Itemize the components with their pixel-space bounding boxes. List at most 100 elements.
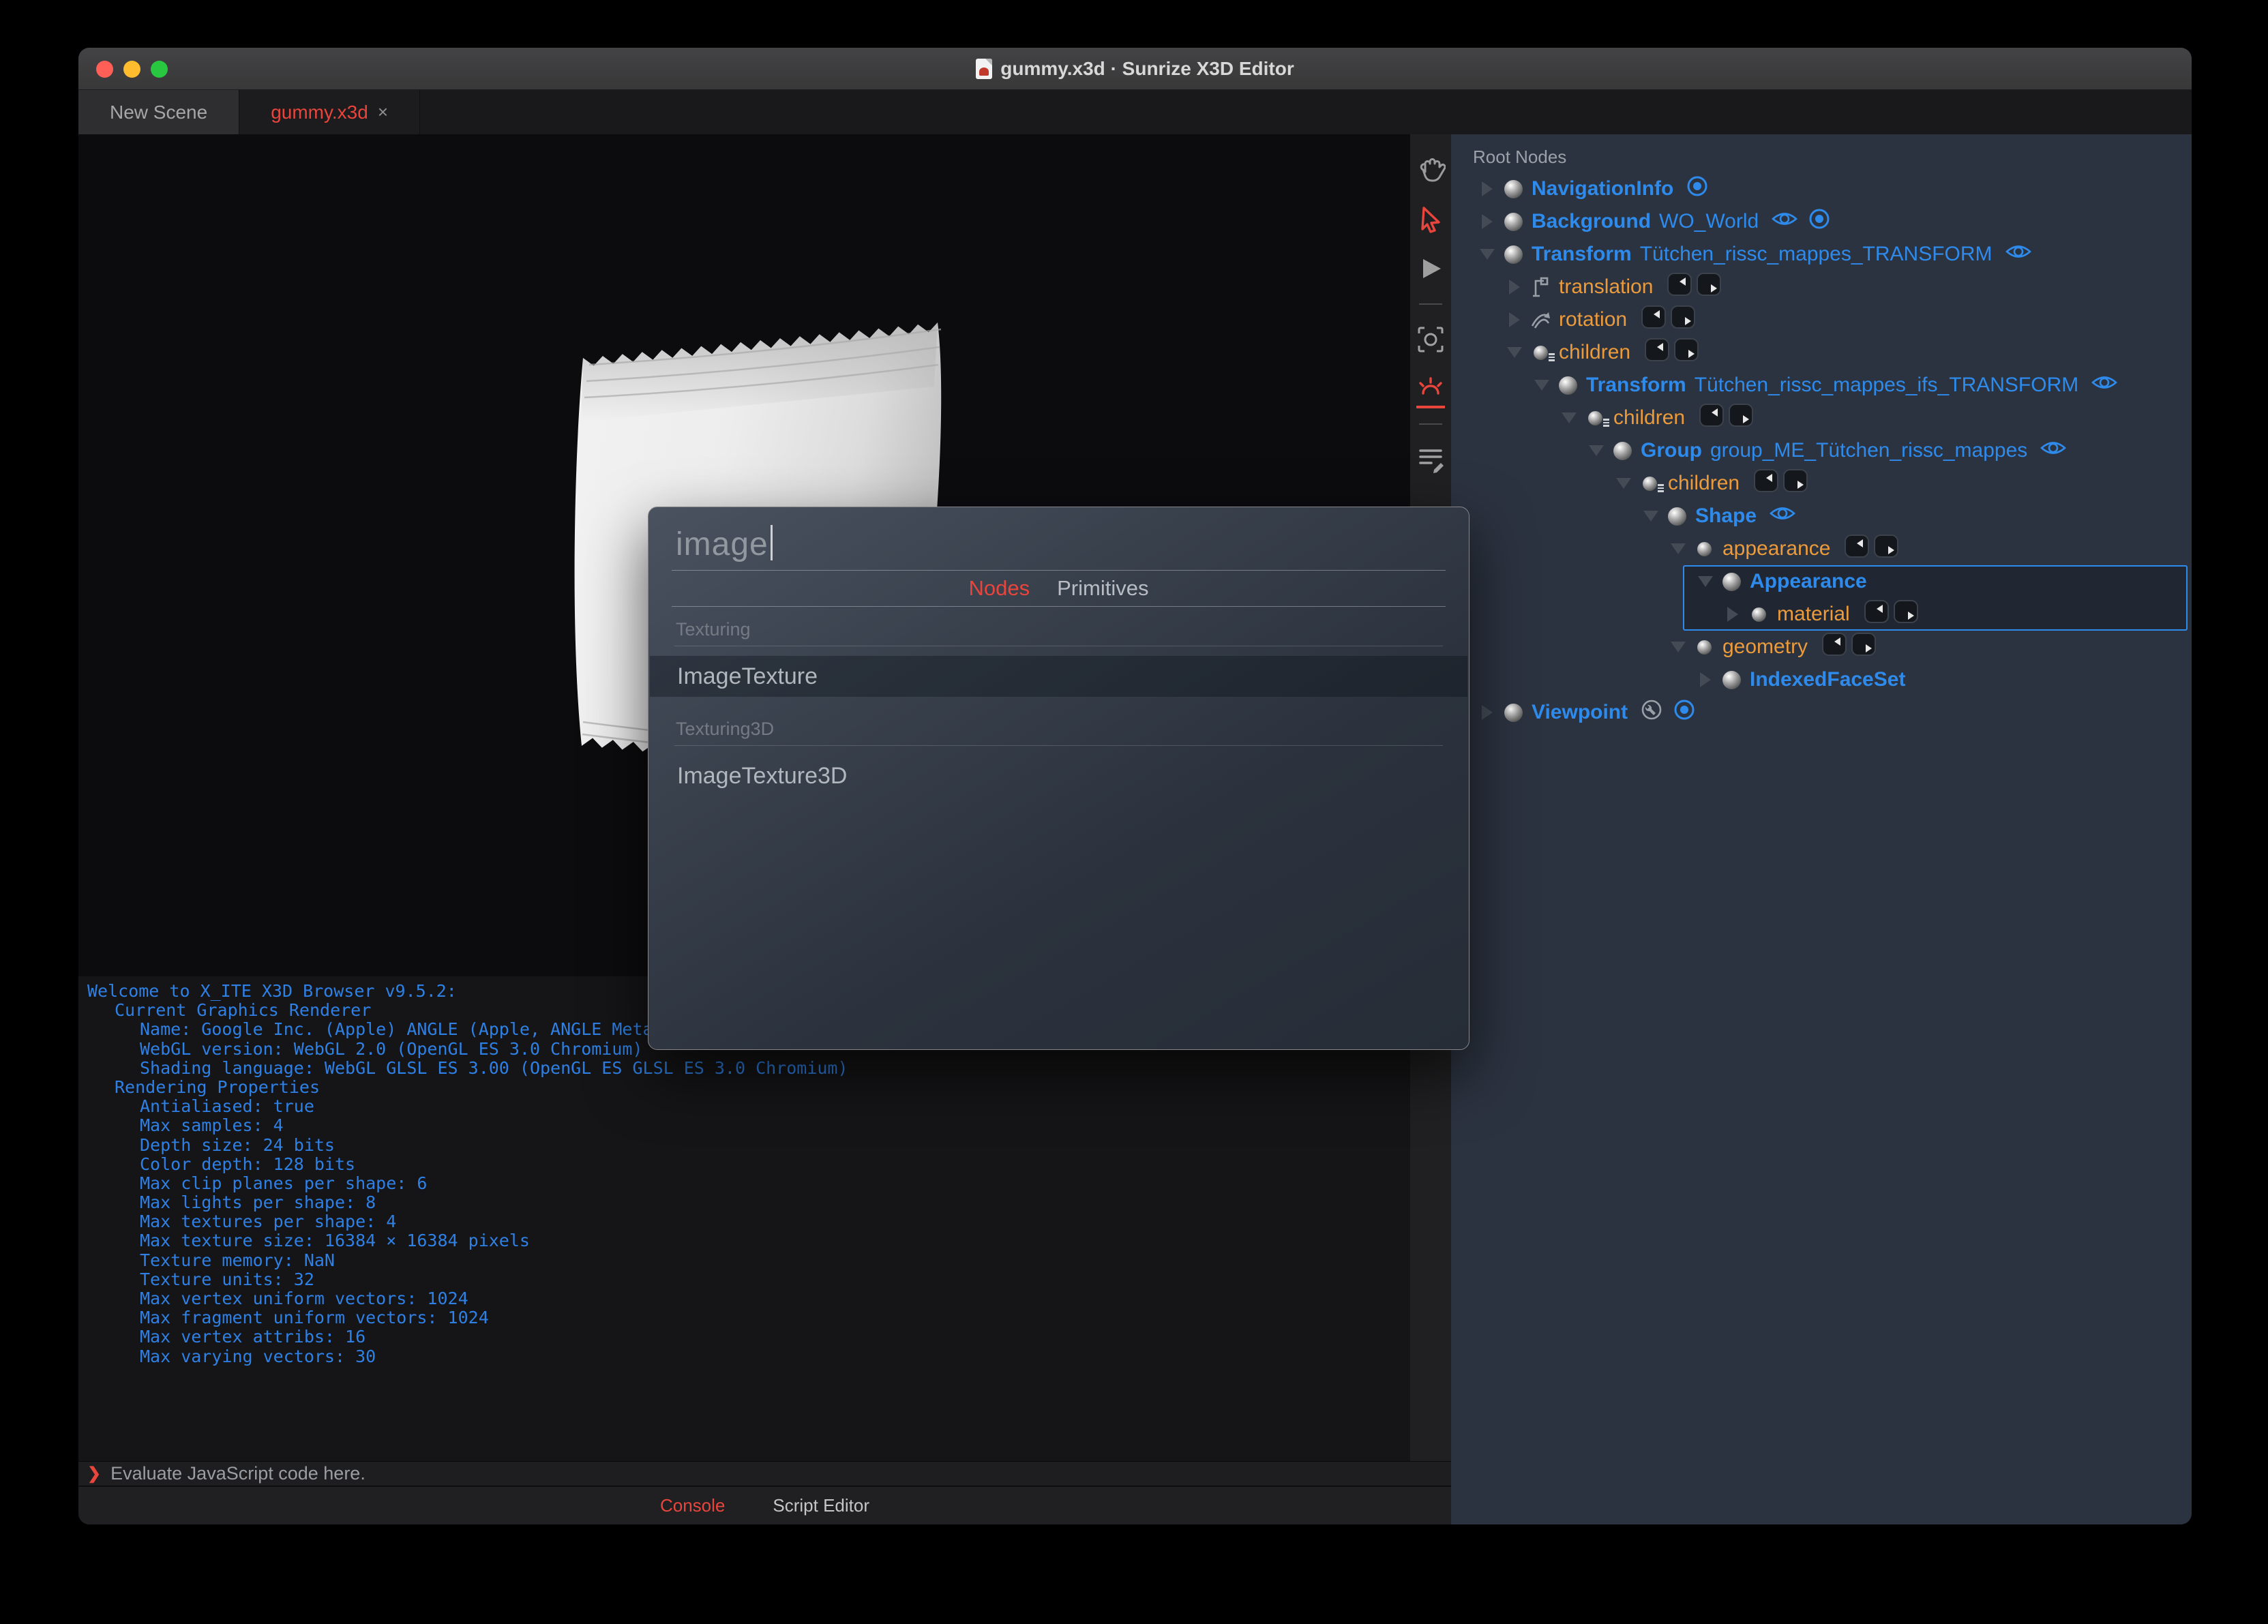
tree-field-appearance[interactable]: appearance [1451, 532, 1899, 565]
close-window-button[interactable] [96, 61, 113, 78]
tree-node-navigationinfo[interactable]: NavigationInfo [1451, 172, 1709, 205]
route-output-icon[interactable] [1782, 468, 1808, 498]
route-input-icon[interactable] [1864, 599, 1890, 629]
tree-field-rotation[interactable]: rotation [1451, 303, 1696, 336]
tree-node-appearance[interactable]: Appearance [1451, 565, 1867, 598]
editor-tab-gummy-x3d[interactable]: gummy.x3d× [239, 90, 420, 134]
expand-icon[interactable] [1478, 705, 1496, 720]
expand-icon[interactable] [1478, 181, 1496, 196]
title-bar[interactable]: gummy.x3d · Sunrize X3D Editor [78, 48, 2192, 90]
tree-node-transform[interactable]: TransformTütchen_rissc_mappes_TRANSFORM [1451, 238, 2032, 271]
route-input-icon[interactable] [1844, 534, 1870, 564]
dialog-result-imagetexture3d[interactable]: ImageTexture3D [650, 755, 1467, 796]
route-input-icon[interactable] [1667, 272, 1692, 302]
tree-field-translation[interactable]: translation [1451, 271, 1722, 303]
console-input[interactable]: Evaluate JavaScript code here. [110, 1463, 365, 1484]
tree-field-children[interactable]: children [1451, 402, 1754, 434]
expand-icon[interactable] [1478, 214, 1496, 229]
tool-snapshot-icon[interactable] [1415, 324, 1446, 355]
bind-icon[interactable] [1686, 175, 1709, 203]
expand-icon[interactable] [1506, 312, 1523, 327]
console-line: Max varying vectors: 30 [78, 1347, 1410, 1366]
route-output-icon[interactable] [1851, 632, 1877, 662]
collapse-icon[interactable] [1478, 249, 1496, 260]
tab-close-icon[interactable]: × [378, 102, 388, 123]
dialog-result-imagetexture[interactable]: ImageTexture [650, 656, 1467, 697]
eye-icon[interactable] [2040, 438, 2067, 464]
collapse-icon[interactable] [1506, 347, 1523, 358]
wrench-icon[interactable] [1640, 698, 1663, 727]
node-ball-icon [1582, 411, 1608, 425]
minimize-window-button[interactable] [123, 61, 140, 78]
tree-node-transform[interactable]: TransformTütchen_rissc_mappes_ifs_TRANSF… [1451, 369, 2118, 402]
tree-field-geometry[interactable]: geometry [1451, 631, 1877, 663]
node-type-label: IndexedFaceSet [1750, 668, 1905, 691]
tree-node-group[interactable]: Groupgroup_ME_Tütchen_rissc_mappes [1451, 434, 2067, 467]
node-ball-icon [1691, 640, 1717, 655]
node-ball-icon [1555, 376, 1581, 395]
route-output-icon[interactable] [1728, 403, 1754, 433]
node-ball-icon [1637, 477, 1662, 491]
tree-node-shape[interactable]: Shape [1451, 500, 1796, 532]
dialog-tab-nodes[interactable]: Nodes [969, 576, 1030, 601]
collapse-icon[interactable] [1560, 412, 1578, 423]
tool-light-icon[interactable] [1415, 373, 1446, 404]
console-line: Max vertex uniform vectors: 1024 [78, 1289, 1410, 1308]
tree-node-background[interactable]: BackgroundWO_World [1451, 205, 1831, 238]
zoom-window-button[interactable] [151, 61, 168, 78]
tool-pointer-icon[interactable] [1415, 204, 1446, 235]
route-output-icon[interactable] [1696, 272, 1722, 302]
node-ball-icon [1500, 180, 1526, 198]
eye-icon[interactable] [2005, 241, 2032, 267]
route-input-icon[interactable] [1821, 632, 1847, 662]
route-output-icon[interactable] [1893, 599, 1919, 629]
collapse-icon[interactable] [1669, 642, 1687, 652]
route-output-icon[interactable] [1673, 337, 1699, 367]
tree-field-material[interactable]: material [1451, 598, 1919, 631]
panel-tab-console[interactable]: Console [660, 1495, 725, 1516]
tree-field-children[interactable]: children [1451, 467, 1808, 500]
route-output-icon[interactable] [1670, 305, 1696, 335]
route-input-icon[interactable] [1753, 468, 1779, 498]
eye-icon[interactable] [1771, 209, 1798, 235]
route-output-icon[interactable] [1873, 534, 1899, 564]
tree-node-indexedfaceset[interactable]: IndexedFaceSet [1451, 663, 1905, 696]
expand-icon[interactable] [1724, 607, 1742, 622]
traffic-lights [96, 61, 168, 78]
console-prompt[interactable]: ❯ Evaluate JavaScript code here. [78, 1461, 1451, 1486]
route-input-icon[interactable] [1699, 403, 1725, 433]
node-ball-icon [1500, 704, 1526, 722]
tree-field-children[interactable]: children [1451, 336, 1699, 369]
field-label: rotation [1559, 308, 1627, 331]
collapse-icon[interactable] [1697, 576, 1714, 587]
collapse-icon[interactable] [1587, 445, 1605, 456]
search-input[interactable]: image [676, 526, 769, 562]
eye-icon[interactable] [1769, 503, 1796, 529]
tool-play-icon[interactable] [1415, 253, 1446, 284]
console-line: Antialiased: true [78, 1097, 1410, 1116]
collapse-icon[interactable] [1669, 543, 1687, 554]
collapse-icon[interactable] [1615, 478, 1632, 489]
tool-hand-icon[interactable] [1415, 155, 1446, 186]
expand-icon[interactable] [1506, 280, 1523, 295]
bind-icon[interactable] [1808, 207, 1831, 236]
field-label: geometry [1722, 635, 1808, 659]
expand-icon[interactable] [1697, 672, 1714, 687]
tool-script-icon[interactable] [1415, 444, 1446, 475]
dialog-section-title: Texturing3D [648, 706, 1469, 745]
route-input-icon[interactable] [1641, 305, 1667, 335]
bind-icon[interactable] [1673, 698, 1696, 727]
node-type-label: Transform [1586, 374, 1686, 397]
route-input-icon[interactable] [1644, 337, 1670, 367]
node-def-name: group_ME_Tütchen_rissc_mappes [1710, 439, 2027, 462]
node-type-label: Viewpoint [1532, 701, 1628, 724]
node-tree: NavigationInfoBackgroundWO_WorldTransfor… [1451, 134, 2192, 1524]
eye-icon[interactable] [2091, 372, 2118, 398]
tree-node-viewpoint[interactable]: Viewpoint [1451, 696, 1696, 729]
dialog-tab-primitives[interactable]: Primitives [1057, 576, 1148, 601]
field-label: children [1668, 472, 1740, 495]
collapse-icon[interactable] [1533, 380, 1551, 391]
editor-tab-new-scene[interactable]: New Scene [78, 90, 239, 134]
panel-tab-script-editor[interactable]: Script Editor [773, 1495, 869, 1516]
collapse-icon[interactable] [1642, 511, 1660, 522]
